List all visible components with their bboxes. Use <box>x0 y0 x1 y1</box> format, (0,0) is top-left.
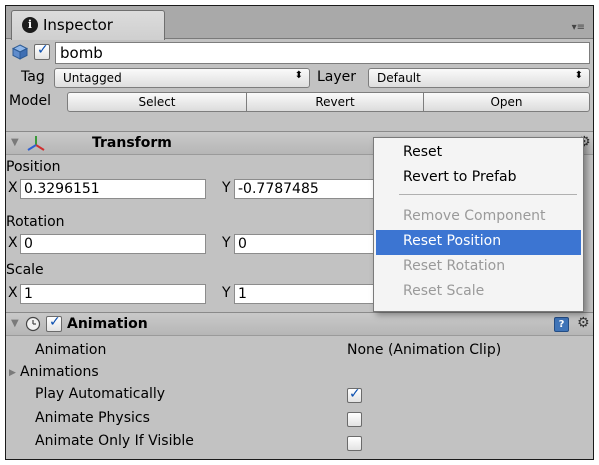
menu-item-label: Reset <box>403 144 443 160</box>
tag-dropdown[interactable]: Untagged ⬍ <box>54 68 310 88</box>
menu-item-label: Revert to Prefab <box>403 169 517 185</box>
foldout-expanded-icon[interactable]: ▼ <box>11 318 19 329</box>
position-x-field[interactable]: 0.3296151 <box>20 179 206 199</box>
rotation-y-axis-label: Y <box>222 235 231 251</box>
object-name-field[interactable]: bomb <box>55 42 590 64</box>
menu-separator <box>399 194 577 195</box>
checkmark-icon: ✓ <box>49 314 61 330</box>
menu-item-reset-scale: Reset Scale <box>376 280 581 305</box>
model-label: Model <box>9 93 52 109</box>
animate-only-if-visible-label: Animate Only If Visible <box>35 433 194 449</box>
play-automatically-checkbox[interactable]: ✓ <box>347 386 362 403</box>
animation-enabled-checkbox[interactable]: ✓ <box>46 314 62 332</box>
position-y-field[interactable]: -0.7787485 <box>234 179 379 199</box>
position-x-value: 0.3296151 <box>24 181 100 197</box>
component-context-menu: Reset Revert to Prefab Remove Component … <box>373 137 584 312</box>
scale-x-axis-label: X <box>8 285 18 301</box>
scale-x-field[interactable]: 1 <box>20 284 206 304</box>
animation-clip-label: Animation <box>35 342 107 358</box>
play-automatically-label: Play Automatically <box>35 386 166 402</box>
info-icon: i <box>22 17 38 33</box>
dropdown-arrows-icon: ⬍ <box>574 70 583 81</box>
menu-item-label: Reset Position <box>403 233 502 249</box>
help-icon[interactable]: ? <box>554 317 569 332</box>
layer-dropdown[interactable]: Default ⬍ <box>368 68 590 88</box>
menu-item-reset-rotation: Reset Rotation <box>376 255 581 280</box>
menu-item-reset-position[interactable]: Reset Position <box>376 230 581 255</box>
menu-item-remove-component: Remove Component <box>376 205 581 230</box>
transform-title: Transform <box>92 135 172 151</box>
rotation-y-field[interactable]: 0 <box>234 234 379 254</box>
tab-bar: i Inspector ▾≡ <box>6 6 593 40</box>
menu-item-label: Reset Scale <box>403 283 485 299</box>
animation-clip-field[interactable]: None (Animation Clip) <box>347 342 501 358</box>
dropdown-arrows-icon: ⬍ <box>294 70 303 81</box>
rotation-x-field[interactable]: 0 <box>20 234 206 254</box>
rotation-x-axis-label: X <box>8 235 18 251</box>
rotation-label: Rotation <box>6 214 65 230</box>
tab-inspector[interactable]: i Inspector <box>11 10 165 40</box>
position-y-value: -0.7787485 <box>238 181 319 197</box>
animations-foldout-label[interactable]: Animations <box>20 364 99 380</box>
inspector-window: i Inspector ▾≡ ✓ bomb Tag Untagged ⬍ Lay… <box>5 5 594 460</box>
rotation-x-value: 0 <box>24 236 33 252</box>
checkmark-icon: ✓ <box>37 42 49 58</box>
tab-menu-icon[interactable]: ▾≡ <box>572 22 585 33</box>
object-name-value: bomb <box>60 44 103 62</box>
menu-item-reset[interactable]: Reset <box>376 141 581 166</box>
scale-y-field[interactable]: 1 <box>234 284 379 304</box>
model-select-button[interactable]: Select <box>67 92 247 112</box>
layer-label: Layer <box>317 69 357 85</box>
clock-icon <box>25 316 41 332</box>
foldout-expanded-icon[interactable]: ▼ <box>11 137 19 148</box>
menu-item-revert-to-prefab[interactable]: Revert to Prefab <box>376 166 581 191</box>
scale-y-axis-label: Y <box>222 285 231 301</box>
checkmark-icon: ✓ <box>349 386 361 402</box>
scale-label: Scale <box>6 262 44 278</box>
animate-physics-label: Animate Physics <box>35 410 150 426</box>
position-x-axis-label: X <box>8 180 18 196</box>
scale-x-value: 1 <box>24 286 33 302</box>
rotation-y-value: 0 <box>238 236 247 252</box>
position-label: Position <box>6 159 61 175</box>
gear-icon[interactable]: ⚙ <box>577 315 590 331</box>
position-y-axis-label: Y <box>222 180 231 196</box>
menu-item-label: Reset Rotation <box>403 258 506 274</box>
transform-axes-icon <box>27 136 45 151</box>
model-revert-button[interactable]: Revert <box>246 92 424 112</box>
tab-inspector-label: Inspector <box>43 16 113 34</box>
tag-label: Tag <box>21 69 45 85</box>
menu-item-label: Remove Component <box>403 208 546 224</box>
animate-physics-checkbox[interactable] <box>347 412 362 427</box>
object-active-checkbox[interactable]: ✓ <box>34 42 50 60</box>
foldout-collapsed-icon[interactable]: ▶ <box>9 368 16 378</box>
animation-header[interactable]: ▼ ✓ Animation ? ⚙ <box>6 312 593 336</box>
model-open-button[interactable]: Open <box>423 92 590 112</box>
prefab-cube-icon <box>12 44 28 60</box>
layer-value: Default <box>377 71 421 85</box>
animate-only-if-visible-checkbox[interactable] <box>347 436 362 451</box>
scale-y-value: 1 <box>238 286 247 302</box>
animation-title: Animation <box>67 316 148 332</box>
tag-value: Untagged <box>63 71 122 85</box>
